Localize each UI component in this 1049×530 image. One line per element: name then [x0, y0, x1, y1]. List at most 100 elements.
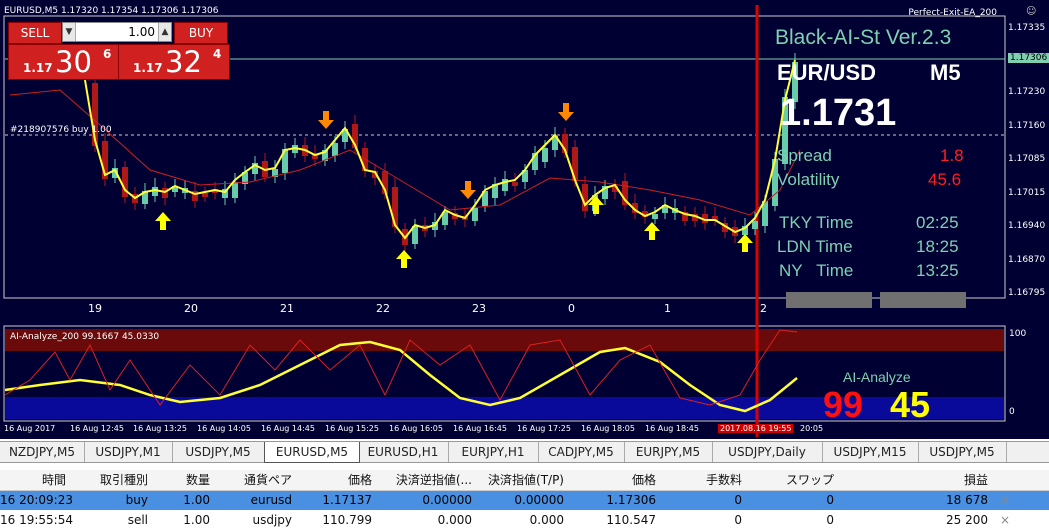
- day-label: 21: [280, 302, 294, 315]
- indicator-axis-bottom: 0: [1009, 407, 1015, 417]
- down-arrow-icon: [558, 103, 574, 121]
- day-label: 0: [568, 302, 575, 315]
- table-row[interactable]: 16 19:55:54 sell 1.00 usdjpy 110.799 0.000 0.0…: [0, 511, 1049, 530]
- indicator-label: AI-Analyze_200 99.1667 45.0330: [10, 332, 160, 342]
- lot-size-input[interactable]: ▼ 1.00 ▲: [62, 22, 172, 42]
- column-header[interactable]: 決済指値(T/P): [478, 470, 564, 490]
- column-header[interactable]: 決済逆指値(...: [378, 470, 472, 490]
- time-tick: 16 Aug 2017: [4, 424, 56, 433]
- candle-body: [652, 214, 658, 219]
- down-arrow-icon: [460, 181, 476, 199]
- volatility-label: Volatility: [777, 170, 840, 189]
- time-tick: 16 Aug 14:45: [261, 424, 315, 433]
- info-price: 1.1731: [780, 92, 897, 134]
- table-cell: 0: [826, 513, 834, 527]
- column-header[interactable]: 取引種別: [72, 470, 148, 490]
- tab-usdjpy-m15[interactable]: USDJPY,M15: [822, 442, 919, 462]
- tab-eurjpy-h1[interactable]: EURJPY,H1: [448, 442, 539, 462]
- volatility-value: 45.6: [928, 170, 962, 189]
- table-cell: eurusd: [250, 493, 292, 507]
- candle-body: [152, 187, 158, 196]
- buy-price-big: 32: [165, 45, 202, 79]
- trade-table: 時間 取引種別 数量 通貨ペア 価格 決済逆指値(... 決済指値(T/P) 価格 手数料 スワッ…: [0, 470, 1049, 530]
- price-tick: 1.17306: [1008, 53, 1049, 63]
- table-cell: 1.00: [183, 513, 210, 527]
- buy-price[interactable]: 1.17 32 4: [118, 44, 230, 80]
- lot-decrease-icon[interactable]: ▼: [63, 23, 76, 41]
- table-cell: 1.17137: [322, 493, 372, 507]
- table-cell: buy: [125, 493, 148, 507]
- table-cell: sell: [127, 513, 148, 527]
- price-tick: 1.16870: [1008, 255, 1046, 265]
- tab-eurjpy-m5[interactable]: EURJPY,M5: [624, 442, 713, 462]
- day-label: 2: [760, 302, 767, 315]
- price-tick: 1.16940: [1008, 221, 1046, 231]
- column-header[interactable]: 損益: [840, 470, 988, 490]
- price-tick: 1.16795: [1008, 288, 1046, 298]
- up-arrow-icon: [644, 222, 660, 240]
- tab-cadjpy-m5[interactable]: CADJPY,M5: [538, 442, 625, 462]
- time-tick: 20:05: [800, 424, 824, 433]
- sell-price-sup: 6: [103, 47, 112, 61]
- down-arrow-icon: [318, 111, 334, 129]
- spread-label: Spread: [777, 146, 832, 165]
- day-label: 22: [376, 302, 390, 315]
- table-cell: 16 20:09:23: [0, 493, 73, 507]
- price-tick: 1.17335: [1008, 23, 1046, 33]
- moving-average-yellow: [84, 59, 796, 240]
- candle-body: [472, 208, 478, 221]
- column-header[interactable]: 時間: [0, 470, 66, 490]
- ea-title: Black-AI-St Ver.2.3: [775, 26, 952, 49]
- up-arrow-icon: [396, 250, 412, 268]
- time-tick: 16 Aug 12:45: [70, 424, 124, 433]
- table-cell: 110.547: [606, 513, 656, 527]
- time-tick: 16 Aug 18:45: [645, 424, 699, 433]
- ea-face-icon: ☺: [1026, 6, 1037, 17]
- table-header: 時間 取引種別 数量 通貨ペア 価格 決済逆指値(... 決済指値(T/P) 価格 手数料 スワッ…: [0, 470, 1049, 491]
- table-cell: 110.799: [322, 513, 372, 527]
- chart-header: EURUSD,M5 1.17320 1.17354 1.17306 1.1730…: [4, 6, 219, 16]
- price-tick: 1.17160: [1008, 121, 1046, 131]
- lot-increase-icon[interactable]: ▲: [158, 23, 171, 41]
- price-tick: 1.17015: [1008, 188, 1046, 198]
- tab-nzdjpy-m5[interactable]: NZDJPY,M5: [0, 442, 85, 462]
- tab-eurusd-m5[interactable]: EURUSD,M5: [264, 442, 360, 463]
- table-cell: 1.00: [183, 493, 210, 507]
- tab-eurusd-h1[interactable]: EURUSD,H1: [358, 442, 449, 462]
- table-cell: 1.17306: [606, 493, 656, 507]
- panel-button-left[interactable]: [786, 292, 872, 308]
- candle-body: [232, 182, 238, 198]
- tab-usdjpy-daily[interactable]: USDJPY,Daily: [712, 442, 823, 462]
- time-tick: 16 Aug 16:05: [389, 424, 443, 433]
- column-header[interactable]: 数量: [154, 470, 210, 490]
- column-header[interactable]: 価格: [570, 470, 656, 490]
- buy-price-small: 1.17: [133, 61, 163, 75]
- column-header[interactable]: スワップ: [748, 470, 834, 490]
- column-header[interactable]: 通貨ペア: [216, 470, 292, 490]
- indicator-axis-top: 100: [1009, 329, 1027, 339]
- panel-button-right[interactable]: [880, 292, 966, 308]
- sell-price[interactable]: 1.17 30 6: [8, 44, 120, 80]
- time-tick: 16 Aug 13:25: [133, 424, 187, 433]
- time-tick: 16 Aug 17:25: [517, 424, 571, 433]
- column-header[interactable]: 価格: [298, 470, 372, 490]
- buy-button[interactable]: BUY: [174, 22, 228, 44]
- ny-time-label: NY Time: [779, 261, 854, 280]
- column-header[interactable]: 手数料: [662, 470, 742, 490]
- tab-usdjpy-m5[interactable]: USDJPY,M5: [918, 442, 1007, 462]
- sell-price-small: 1.17: [23, 61, 53, 75]
- table-row[interactable]: 16 20:09:23 buy 1.00 eurusd 1.17137 0.00000 0.…: [0, 491, 1049, 510]
- table-cell: 0.000: [529, 513, 564, 527]
- close-position-icon[interactable]: ×: [1000, 491, 1014, 510]
- time-tick: 2017.08.16 19:55: [718, 424, 794, 433]
- sell-button[interactable]: SELL: [8, 22, 62, 44]
- up-arrow-icon: [155, 212, 171, 230]
- lot-value: 1.00: [128, 25, 155, 39]
- tab-usdjpy-m1[interactable]: USDJPY,M1: [84, 442, 173, 462]
- time-tick: 16 Aug 14:05: [197, 424, 251, 433]
- order-line-label: #218907576 buy 1.00: [10, 125, 112, 135]
- ea-name: Perfect-Exit-EA_200: [908, 8, 997, 18]
- price-chart[interactable]: EURUSD,M5 1.17320 1.17354 1.17306 1.1730…: [0, 0, 1049, 439]
- close-position-icon[interactable]: ×: [1000, 511, 1014, 530]
- tab-usdjpy-m5[interactable]: USDJPY,M5: [172, 442, 265, 462]
